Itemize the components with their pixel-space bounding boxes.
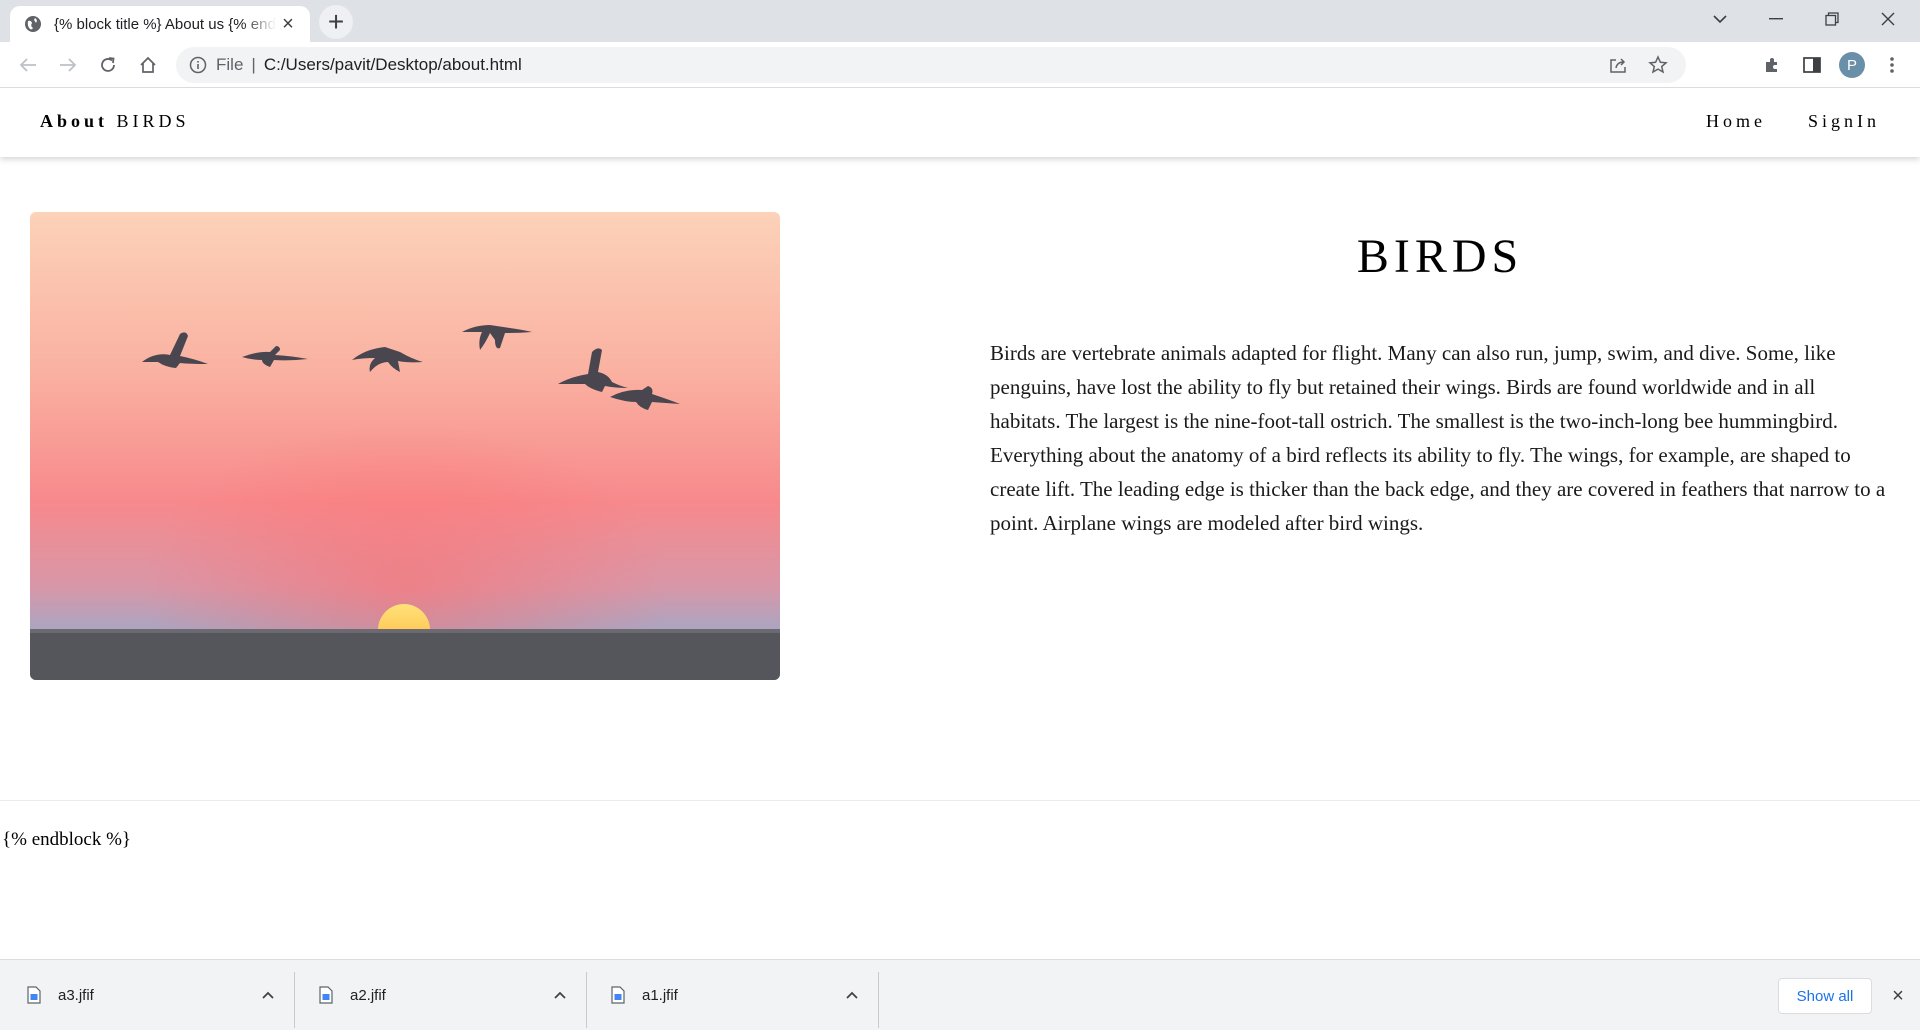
- info-icon[interactable]: [188, 55, 208, 75]
- tab-strip: {% block title %} About us {% endblock %…: [0, 0, 1920, 42]
- close-tab-icon[interactable]: ×: [276, 12, 300, 36]
- download-item[interactable]: a3.jfif: [0, 968, 290, 1022]
- birds-sunset-image: [30, 212, 780, 680]
- download-item[interactable]: a1.jfif: [584, 968, 874, 1022]
- about-content: BIRDS Birds are vertebrate animals adapt…: [990, 229, 1890, 540]
- forward-arrow-icon[interactable]: [52, 49, 84, 81]
- nav-link-home[interactable]: Home: [1706, 111, 1766, 132]
- tab-title: {% block title %} About us {% endblock %…: [54, 15, 276, 33]
- image-file-icon: [26, 986, 42, 1004]
- profile-initial: P: [1839, 52, 1865, 78]
- chevron-up-icon[interactable]: [544, 979, 576, 1011]
- menu-kebab-icon[interactable]: [1876, 49, 1908, 81]
- download-filename: a1.jfif: [642, 986, 678, 1004]
- nav-links: Home SignIn: [1706, 111, 1880, 132]
- page-viewport: About BIRDS Home SignIn BIRDS Birds are …: [0, 89, 1920, 959]
- site-navbar: About BIRDS Home SignIn: [0, 89, 1920, 157]
- template-endblock-text: {% endblock %}: [2, 829, 132, 850]
- share-icon[interactable]: [1598, 49, 1638, 81]
- close-window-button[interactable]: [1860, 0, 1916, 38]
- download-filename: a2.jfif: [350, 986, 386, 1004]
- url-scheme-label: File: [216, 55, 244, 74]
- profile-avatar[interactable]: P: [1836, 49, 1868, 81]
- restore-button[interactable]: [1804, 0, 1860, 38]
- tab-search-chevron-icon[interactable]: [1692, 0, 1748, 38]
- reload-icon[interactable]: [92, 49, 124, 81]
- download-shelf: a3.jfif a2.jfif a1.jfif Show all ×: [0, 959, 1920, 1030]
- image-file-icon: [318, 986, 334, 1004]
- side-panel-icon[interactable]: [1796, 49, 1828, 81]
- extensions-puzzle-icon[interactable]: [1756, 49, 1788, 81]
- download-separator: [878, 972, 879, 1028]
- footer-divider: [0, 800, 1920, 801]
- url-text[interactable]: C:/Users/pavit/Desktop/about.html: [264, 55, 522, 75]
- page-title: BIRDS: [1356, 230, 1524, 283]
- new-tab-button[interactable]: +: [319, 5, 353, 39]
- brand-bold-text: About: [40, 111, 109, 131]
- show-all-button[interactable]: Show all: [1778, 978, 1872, 1014]
- home-icon[interactable]: [132, 49, 164, 81]
- download-filename: a3.jfif: [58, 986, 94, 1004]
- back-arrow-icon[interactable]: [12, 49, 44, 81]
- minimize-button[interactable]: [1748, 0, 1804, 38]
- chevron-up-icon[interactable]: [252, 979, 284, 1011]
- address-bar[interactable]: File | C:/Users/pavit/Desktop/about.html: [176, 47, 1686, 83]
- site-brand[interactable]: About BIRDS: [40, 111, 190, 132]
- url-separator: |: [251, 55, 256, 74]
- chevron-up-icon[interactable]: [836, 979, 868, 1011]
- browser-tab[interactable]: {% block title %} About us {% endblock %…: [10, 6, 310, 42]
- close-shelf-icon[interactable]: ×: [1884, 982, 1912, 1010]
- image-file-icon: [610, 986, 626, 1004]
- bookmark-star-icon[interactable]: [1638, 49, 1678, 81]
- about-paragraph: Birds are vertebrate animals adapted for…: [990, 341, 1886, 535]
- brand-text: BIRDS: [116, 111, 190, 131]
- globe-icon: [24, 15, 42, 33]
- download-item[interactable]: a2.jfif: [292, 968, 582, 1022]
- browser-toolbar: File | C:/Users/pavit/Desktop/about.html…: [0, 42, 1920, 88]
- nav-link-signin[interactable]: SignIn: [1808, 111, 1880, 132]
